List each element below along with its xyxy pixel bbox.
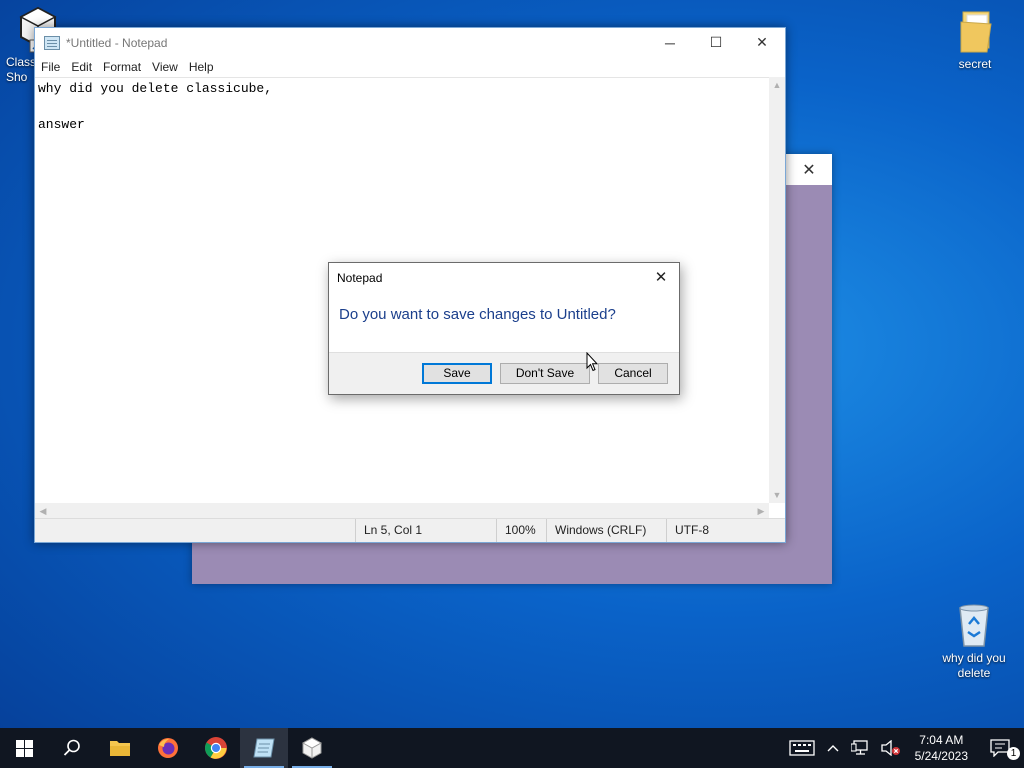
- folder-icon: [957, 10, 993, 54]
- taskbar-file-explorer[interactable]: [96, 728, 144, 768]
- search-button[interactable]: [48, 728, 96, 768]
- windows-start-icon: [15, 739, 33, 757]
- horizontal-scrollbar[interactable]: ◀ ▶: [35, 503, 769, 519]
- classicube-icon: [301, 737, 323, 759]
- taskbar-chrome[interactable]: [192, 728, 240, 768]
- menu-view[interactable]: View: [148, 60, 182, 74]
- status-line-ending: Windows (CRLF): [546, 519, 666, 542]
- notepad-icon: [253, 738, 275, 758]
- notification-badge: 1: [1007, 747, 1020, 760]
- background-window-close-button[interactable]: ✕: [786, 154, 832, 185]
- menu-file[interactable]: File: [37, 60, 64, 74]
- firefox-icon: [158, 738, 178, 758]
- notepad-titlebar[interactable]: *Untitled - Notepad ─ ☐ ✕: [35, 28, 785, 57]
- action-center-button[interactable]: 1: [976, 728, 1024, 768]
- maximize-button[interactable]: ☐: [693, 28, 739, 57]
- minimize-button[interactable]: ─: [647, 28, 693, 57]
- system-tray: 7:04 AM 5/24/2023 1: [783, 728, 1024, 768]
- scroll-down-icon[interactable]: ▼: [769, 487, 785, 503]
- mouse-cursor-icon: [586, 352, 598, 372]
- save-button[interactable]: Save: [422, 363, 492, 384]
- scroll-left-icon[interactable]: ◀: [35, 503, 51, 519]
- cancel-button[interactable]: Cancel: [598, 363, 668, 384]
- clock[interactable]: 7:04 AM 5/24/2023: [907, 732, 976, 764]
- network-icon[interactable]: [845, 728, 875, 768]
- desktop-icon-label: why did you delete: [942, 651, 1006, 680]
- save-changes-dialog[interactable]: Notepad ✕ Do you want to save changes to…: [328, 262, 680, 395]
- clock-date: 5/24/2023: [914, 749, 968, 763]
- close-button[interactable]: ✕: [739, 28, 785, 57]
- menubar: File Edit Format View Help: [35, 57, 785, 77]
- taskbar: 7:04 AM 5/24/2023 1: [0, 728, 1024, 768]
- keyboard-layout-icon[interactable]: [783, 728, 821, 768]
- chevron-up-icon[interactable]: [821, 728, 845, 768]
- volume-muted-icon[interactable]: [875, 728, 907, 768]
- folder-icon: [110, 741, 130, 756]
- clock-time: 7:04 AM: [919, 733, 964, 747]
- menu-edit[interactable]: Edit: [67, 60, 96, 74]
- taskbar-firefox[interactable]: [144, 728, 192, 768]
- recycle-bin-icon: [954, 602, 994, 648]
- status-zoom: 100%: [496, 519, 546, 542]
- desktop-icon-secret[interactable]: secret: [939, 10, 1011, 72]
- notepad-icon: [44, 35, 60, 50]
- taskbar-notepad[interactable]: [240, 728, 288, 768]
- menu-format[interactable]: Format: [99, 60, 145, 74]
- statusbar: Ln 5, Col 1 100% Windows (CRLF) UTF-8: [35, 518, 785, 542]
- desktop-icon-recycle-bin[interactable]: why did you delete: [938, 602, 1010, 681]
- dialog-footer: Save Don't Save Cancel: [329, 352, 679, 394]
- scroll-right-icon[interactable]: ▶: [753, 503, 769, 519]
- menu-help[interactable]: Help: [185, 60, 218, 74]
- search-icon: [63, 739, 80, 756]
- vertical-scrollbar[interactable]: ▲ ▼: [769, 77, 785, 503]
- dialog-message: Do you want to save changes to Untitled?: [339, 306, 616, 323]
- window-title: *Untitled - Notepad: [66, 35, 168, 50]
- taskbar-classicube[interactable]: [288, 728, 336, 768]
- chrome-icon: [205, 737, 227, 759]
- dialog-close-button[interactable]: ✕: [647, 265, 675, 289]
- desktop-icon-label: secret: [958, 57, 992, 71]
- status-encoding: UTF-8: [666, 519, 785, 542]
- status-position: Ln 5, Col 1: [355, 519, 496, 542]
- dont-save-button[interactable]: Don't Save: [500, 363, 590, 384]
- scroll-up-icon[interactable]: ▲: [769, 77, 785, 93]
- dialog-title: Notepad: [337, 271, 383, 285]
- start-button[interactable]: [0, 728, 48, 768]
